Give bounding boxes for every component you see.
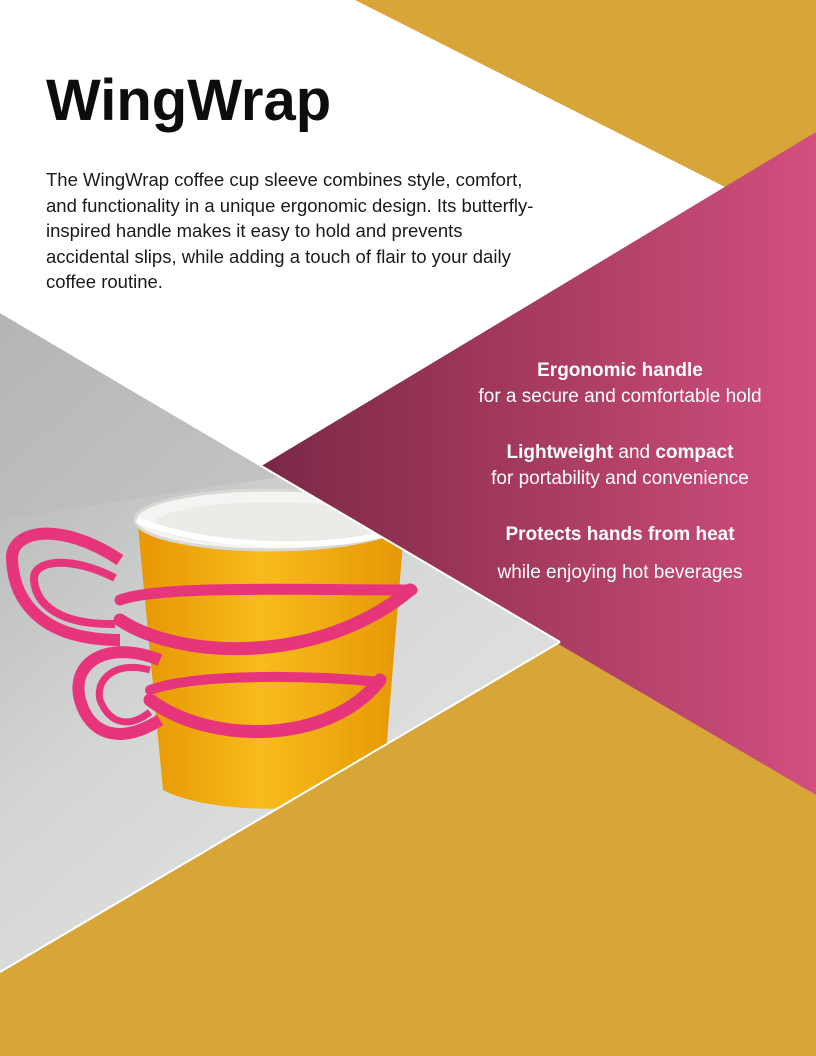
feature-lightweight: Lightweight and compact for portability …: [440, 440, 800, 492]
gold-panel-top-right: [355, 0, 816, 188]
feature-title-bold-b: compact: [655, 442, 734, 463]
feature-title-bold-a: Lightweight: [506, 442, 614, 463]
feature-title: Ergonomic handle: [537, 360, 703, 381]
feature-description: for a secure and comfortable hold: [478, 386, 762, 407]
feature-description: for portability and convenience: [491, 468, 749, 489]
flyer-page: WingWrap The WingWrap coffee cup sleeve …: [0, 0, 816, 1056]
page-title: WingWrap: [46, 68, 332, 133]
feature-title: Protects hands from heat: [505, 524, 735, 545]
feature-heat-protection: Protects hands from heat while enjoying …: [440, 522, 800, 586]
feature-title: Lightweight and compact: [440, 440, 800, 466]
feature-description: while enjoying hot beverages: [497, 562, 743, 583]
feature-title-joiner: and: [613, 442, 656, 463]
feature-ergonomic: Ergonomic handle for a secure and comfor…: [440, 358, 800, 410]
intro-paragraph: The WingWrap coffee cup sleeve combines …: [46, 169, 534, 292]
